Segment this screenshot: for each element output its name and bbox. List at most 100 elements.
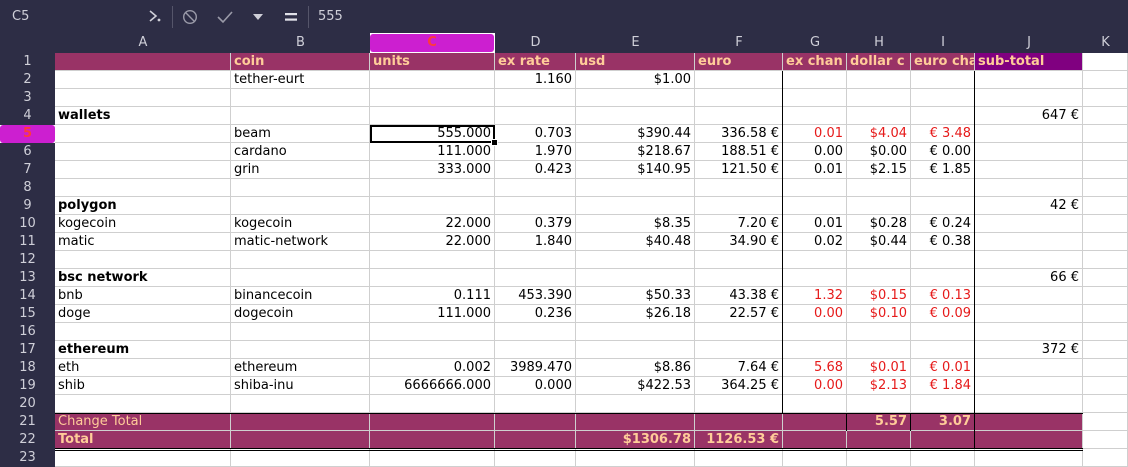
cell-k13[interactable] (1083, 269, 1128, 287)
cell-g8[interactable] (783, 179, 847, 197)
cell-d19[interactable]: 0.000 (495, 377, 576, 395)
cell-k20[interactable] (1083, 395, 1128, 413)
cell-d12[interactable] (495, 251, 576, 269)
cell-i19[interactable]: € 1.84 (911, 377, 975, 395)
cell-e15[interactable]: $26.18 (576, 305, 695, 323)
cell-i5[interactable]: € 3.48 (911, 125, 975, 143)
cell-g6[interactable]: 0.00 (783, 143, 847, 161)
cell-b12[interactable] (231, 251, 370, 269)
cell-c16[interactable] (370, 323, 495, 341)
cell-c7[interactable]: 333.000 (370, 161, 495, 179)
cell-a16[interactable] (55, 323, 231, 341)
cell-c13[interactable] (370, 269, 495, 287)
cell-j8[interactable] (975, 179, 1083, 197)
cell-k18[interactable] (1083, 359, 1128, 377)
cell-h23[interactable] (847, 449, 911, 467)
cell-f5[interactable]: 336.58 € (695, 125, 783, 143)
row-header-15[interactable]: 15 (0, 305, 55, 323)
cell-c4[interactable] (370, 107, 495, 125)
cell-a17[interactable]: ethereum (55, 341, 231, 359)
cell-g10[interactable]: 0.01 (783, 215, 847, 233)
cell-j10[interactable] (975, 215, 1083, 233)
cell-i20[interactable] (911, 395, 975, 413)
cell-d17[interactable] (495, 341, 576, 359)
column-header-g[interactable]: G (783, 33, 847, 53)
cell-j2[interactable] (975, 71, 1083, 89)
row-header-2[interactable]: 2 (0, 71, 55, 89)
cell-k3[interactable] (1083, 89, 1128, 107)
cell-h16[interactable] (847, 323, 911, 341)
cell-d2[interactable]: 1.160 (495, 71, 576, 89)
cell-h10[interactable]: $0.28 (847, 215, 911, 233)
cell-b23[interactable] (231, 449, 370, 467)
cell-k23[interactable] (1083, 449, 1128, 467)
cell-k19[interactable] (1083, 377, 1128, 395)
cell-i8[interactable] (911, 179, 975, 197)
cell-k1[interactable] (1083, 53, 1128, 71)
cell-k17[interactable] (1083, 341, 1128, 359)
cell-k7[interactable] (1083, 161, 1128, 179)
cell-a18[interactable]: eth (55, 359, 231, 377)
cell-a19[interactable]: shib (55, 377, 231, 395)
cell-i4[interactable] (911, 107, 975, 125)
cell-a10[interactable]: kogecoin (55, 215, 231, 233)
cell-j3[interactable] (975, 89, 1083, 107)
cell-d15[interactable]: 0.236 (495, 305, 576, 323)
cell-i18[interactable]: € 0.01 (911, 359, 975, 377)
cell-i1[interactable]: euro cha (911, 53, 975, 71)
cell-h22[interactable] (847, 431, 911, 449)
cell-h21[interactable]: 5.57 (847, 413, 911, 431)
cell-a6[interactable] (55, 143, 231, 161)
cell-a20[interactable] (55, 395, 231, 413)
name-box[interactable]: C5 (0, 0, 140, 33)
cell-a3[interactable] (55, 89, 231, 107)
cancel-icon[interactable] (180, 0, 200, 33)
cell-i2[interactable] (911, 71, 975, 89)
cell-c1[interactable]: units (370, 53, 495, 71)
row-header-18[interactable]: 18 (0, 359, 55, 377)
cell-a7[interactable] (55, 161, 231, 179)
cell-h1[interactable]: dollar c (847, 53, 911, 71)
cell-b2[interactable]: tether-eurt (231, 71, 370, 89)
cell-g1[interactable]: ex chan (783, 53, 847, 71)
cell-b17[interactable] (231, 341, 370, 359)
column-header-d[interactable]: D (495, 33, 576, 53)
cell-f22[interactable]: 1126.53 € (695, 431, 783, 449)
row-header-13[interactable]: 13 (0, 269, 55, 287)
cell-i22[interactable] (911, 431, 975, 449)
cell-c17[interactable] (370, 341, 495, 359)
cell-a15[interactable]: doge (55, 305, 231, 323)
cell-f3[interactable] (695, 89, 783, 107)
cell-g19[interactable]: 0.00 (783, 377, 847, 395)
cell-e10[interactable]: $8.35 (576, 215, 695, 233)
cell-i15[interactable]: € 0.09 (911, 305, 975, 323)
cell-i12[interactable] (911, 251, 975, 269)
cell-d20[interactable] (495, 395, 576, 413)
cell-d7[interactable]: 0.423 (495, 161, 576, 179)
cell-g5[interactable]: 0.01 (783, 125, 847, 143)
cell-d8[interactable] (495, 179, 576, 197)
cell-d16[interactable] (495, 323, 576, 341)
cell-j6[interactable] (975, 143, 1083, 161)
cell-b4[interactable] (231, 107, 370, 125)
cell-b8[interactable] (231, 179, 370, 197)
cell-i10[interactable]: € 0.24 (911, 215, 975, 233)
cell-e21[interactable] (576, 413, 695, 431)
cell-g23[interactable] (783, 449, 847, 467)
equals-icon[interactable] (282, 0, 300, 33)
row-header-6[interactable]: 6 (0, 143, 55, 161)
cell-a22[interactable]: Total (55, 431, 231, 449)
cell-g15[interactable]: 0.00 (783, 305, 847, 323)
cell-g20[interactable] (783, 395, 847, 413)
cell-c10[interactable]: 22.000 (370, 215, 495, 233)
cell-f17[interactable] (695, 341, 783, 359)
cell-j19[interactable] (975, 377, 1083, 395)
row-header-17[interactable]: 17 (0, 341, 55, 359)
cell-d21[interactable] (495, 413, 576, 431)
cell-a8[interactable] (55, 179, 231, 197)
cell-b18[interactable]: ethereum (231, 359, 370, 377)
cell-i13[interactable] (911, 269, 975, 287)
cell-c22[interactable] (370, 431, 495, 449)
cell-j7[interactable] (975, 161, 1083, 179)
cell-c20[interactable] (370, 395, 495, 413)
